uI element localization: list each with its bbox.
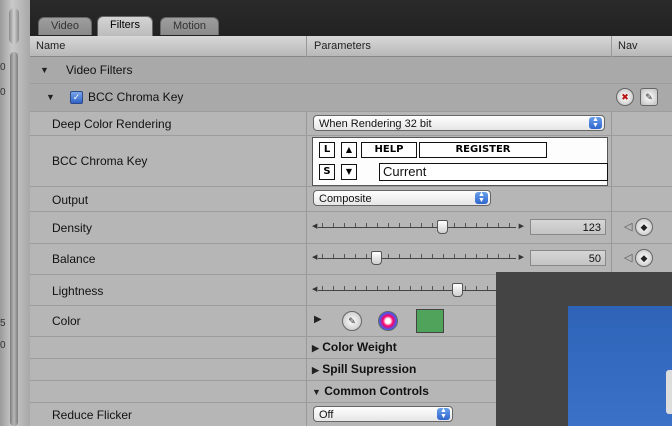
density-label: Density bbox=[52, 221, 93, 235]
balance-value-field[interactable]: 50 bbox=[530, 250, 606, 266]
bcc-chroma-key-group-row[interactable]: ▼ ✓ BCC Chroma Key ✖ ✎ bbox=[30, 84, 672, 112]
density-slider[interactable]: ◀ ▶ bbox=[312, 220, 524, 234]
color-label: Color bbox=[52, 314, 81, 328]
lightness-slider[interactable]: ◀ bbox=[312, 283, 524, 297]
deep-color-row: Deep Color Rendering When Rendering 32 b… bbox=[30, 112, 672, 136]
common-controls-section[interactable]: ▼ Common Controls bbox=[312, 384, 522, 398]
deep-color-popup[interactable]: When Rendering 32 bit ▲ ▼ bbox=[313, 115, 605, 131]
tab-video[interactable]: Video bbox=[38, 17, 92, 35]
col-name: Name bbox=[36, 40, 66, 52]
common-controls-label: Common Controls bbox=[324, 384, 429, 398]
slider-left-arrow-icon[interactable]: ◀ bbox=[312, 222, 317, 230]
scrollbar[interactable] bbox=[10, 52, 18, 426]
reduce-flicker-value: Off bbox=[319, 409, 334, 421]
col-parameters: Parameters bbox=[314, 40, 371, 52]
density-value-field[interactable]: 123 bbox=[530, 219, 606, 235]
video-filters-label: Video Filters bbox=[66, 63, 133, 77]
preset-name-field[interactable]: Current bbox=[379, 163, 608, 181]
density-row: Density ◀ ▶ 123 ◁ ◆ bbox=[30, 212, 672, 244]
deep-color-value: When Rendering 32 bit bbox=[319, 118, 432, 130]
slider-left-arrow-icon[interactable]: ◀ bbox=[312, 253, 317, 261]
canvas-overlay-window bbox=[496, 272, 672, 426]
bcc-preset-box: L ▲ HELP REGISTER S ▼ Current bbox=[312, 137, 608, 186]
slider-track bbox=[318, 258, 516, 259]
disclosure-triangle-icon[interactable]: ▼ bbox=[312, 387, 321, 397]
slider-thumb[interactable] bbox=[436, 220, 448, 234]
bcc-chroma-key-label: BCC Chroma Key bbox=[52, 154, 148, 168]
disclosure-triangle-icon[interactable]: ▼ bbox=[46, 92, 55, 102]
spill-label: Spill Supression bbox=[322, 362, 417, 376]
slider-thumb[interactable] bbox=[370, 251, 382, 265]
lightness-label: Lightness bbox=[52, 284, 104, 298]
preset-down-button[interactable]: ▼ bbox=[341, 164, 357, 180]
balance-label: Balance bbox=[52, 252, 96, 266]
eyedropper-icon[interactable]: ✎ bbox=[342, 311, 362, 331]
prev-keyframe-icon[interactable]: ◁ bbox=[624, 220, 632, 233]
output-popup[interactable]: Composite ▲ ▼ bbox=[313, 190, 491, 206]
color-swatch[interactable] bbox=[416, 309, 444, 333]
slider-track bbox=[318, 290, 516, 291]
balance-slider[interactable]: ◀ ▶ bbox=[312, 251, 524, 265]
column-header: Name Parameters Nav bbox=[30, 36, 672, 57]
disclosure-triangle-icon[interactable]: ▶ bbox=[312, 365, 319, 375]
tab-bar: Video Filters Motion bbox=[30, 0, 672, 36]
scroll-handle-top[interactable] bbox=[9, 8, 19, 44]
output-row: Output Composite ▲ ▼ bbox=[30, 187, 672, 212]
slider-left-arrow-icon[interactable]: ◀ bbox=[312, 285, 317, 293]
disclosure-triangle-icon[interactable]: ▼ bbox=[40, 65, 49, 75]
overlay-card bbox=[666, 370, 672, 414]
popup-arrows-icon: ▲ ▼ bbox=[475, 191, 488, 204]
popup-arrows-icon: ▲ ▼ bbox=[589, 116, 602, 129]
left-scroll-strip: 0 0 5 0 bbox=[0, 0, 30, 426]
add-keyframe-icon[interactable]: ◆ bbox=[635, 249, 653, 267]
video-filters-row[interactable]: ▼ Video Filters bbox=[30, 57, 672, 84]
output-value: Composite bbox=[319, 193, 372, 205]
register-button[interactable]: REGISTER bbox=[419, 142, 547, 158]
disclosure-triangle-icon[interactable]: ▶ bbox=[314, 314, 322, 325]
edit-icon[interactable]: ✎ bbox=[640, 88, 658, 106]
reduce-flicker-popup[interactable]: Off ▲ ▼ bbox=[313, 406, 453, 422]
prev-keyframe-icon[interactable]: ◁ bbox=[624, 251, 632, 264]
edge-number: 0 bbox=[0, 340, 6, 351]
color-weight-section[interactable]: ▶ Color Weight bbox=[312, 340, 522, 354]
reset-icon[interactable]: ✖ bbox=[616, 88, 634, 106]
reduce-flicker-label: Reduce Flicker bbox=[52, 408, 133, 422]
canvas-preview bbox=[568, 306, 672, 426]
edge-number: 0 bbox=[0, 62, 6, 73]
col-nav: Nav bbox=[618, 40, 638, 52]
slider-right-arrow-icon[interactable]: ▶ bbox=[519, 253, 524, 261]
load-button[interactable]: L bbox=[319, 142, 335, 158]
tab-motion[interactable]: Motion bbox=[160, 17, 220, 35]
preset-up-button[interactable]: ▲ bbox=[341, 142, 357, 158]
slider-right-arrow-icon[interactable]: ▶ bbox=[519, 222, 524, 230]
edge-number: 5 bbox=[0, 318, 6, 329]
tab-filters[interactable]: Filters bbox=[97, 16, 153, 36]
add-keyframe-icon[interactable]: ◆ bbox=[635, 218, 653, 236]
color-weight-label: Color Weight bbox=[322, 340, 397, 354]
enable-checkbox[interactable]: ✓ bbox=[70, 91, 83, 104]
bcc-chroma-key-group-label: BCC Chroma Key bbox=[88, 90, 184, 104]
spill-section[interactable]: ▶ Spill Supression bbox=[312, 362, 522, 376]
edge-number: 0 bbox=[0, 87, 6, 98]
disclosure-triangle-icon[interactable]: ▶ bbox=[312, 343, 319, 353]
output-label: Output bbox=[52, 193, 89, 207]
slider-track bbox=[318, 227, 516, 228]
popup-arrows-icon: ▲ ▼ bbox=[437, 407, 450, 420]
help-button[interactable]: HELP bbox=[361, 142, 417, 158]
deep-color-label: Deep Color Rendering bbox=[52, 117, 172, 131]
balance-row: Balance ◀ ▶ 50 ◁ ◆ bbox=[30, 244, 672, 275]
color-wheel-icon[interactable] bbox=[378, 311, 398, 331]
slider-thumb[interactable] bbox=[451, 283, 463, 297]
save-button[interactable]: S bbox=[319, 164, 335, 180]
